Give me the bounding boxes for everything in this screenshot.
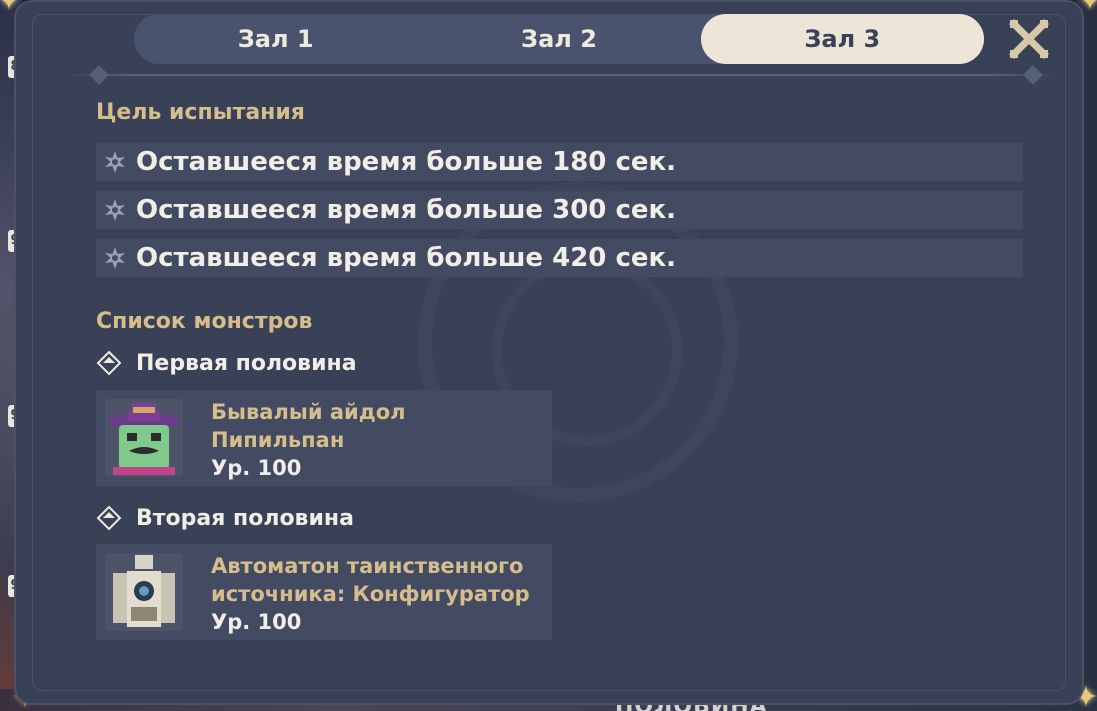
star-icon [102,245,128,271]
diamond-icon [96,505,122,531]
abyss-chamber-dialog: Зал 1 Зал 2 Зал 3 Цель испытания Оставше… [14,0,1084,705]
goal-row: Оставшееся время больше 180 сек. [96,143,1023,181]
automaton-portrait-icon [105,553,183,631]
header-divider [66,74,1056,76]
goal-text: Оставшееся время больше 180 сек. [136,147,677,177]
goal-row: Оставшееся время больше 300 сек. [96,191,1023,229]
monster-name: Пипильпан [211,428,345,452]
challenge-goal-title: Цель испытания [96,100,305,125]
tab-chamber-1[interactable]: Зал 1 [134,14,417,64]
second-half-label: Вторая половина [136,505,354,531]
monster-level: Ур. 100 [211,610,302,634]
monster-level: Ур. 100 [211,456,302,480]
star-icon [102,149,128,175]
divider-gem-icon [89,65,109,85]
chamber-tabs: Зал 1 Зал 2 Зал 3 [134,14,984,64]
close-x-icon [1009,19,1049,59]
tab-chamber-3[interactable]: Зал 3 [700,14,984,64]
monster-name: Бывалый айдол [211,400,406,424]
goal-text: Оставшееся время больше 300 сек. [136,195,677,225]
monster-name: Автоматон таинственного [211,554,524,578]
diamond-icon [96,350,122,376]
goal-row: Оставшееся время больше 420 сек. [96,239,1023,277]
monster-card[interactable]: Автоматон таинственного источника: Конфи… [96,544,552,640]
divider-gem-icon [1023,65,1043,85]
tab-chamber-2[interactable]: Зал 2 [417,14,700,64]
monster-card[interactable]: Бывалый айдол Пипильпан Ур. 100 [96,390,552,486]
monster-name: источника: Конфигуратор [211,582,530,606]
goal-text: Оставшееся время больше 420 сек. [136,243,677,273]
close-button[interactable] [1006,16,1052,62]
first-half-header: Первая половина [96,350,357,376]
second-half-header: Вторая половина [96,505,354,531]
idol-portrait-icon [105,399,183,477]
monster-list-title: Список монстров [96,309,313,334]
star-icon [102,197,128,223]
first-half-label: Первая половина [136,350,357,376]
